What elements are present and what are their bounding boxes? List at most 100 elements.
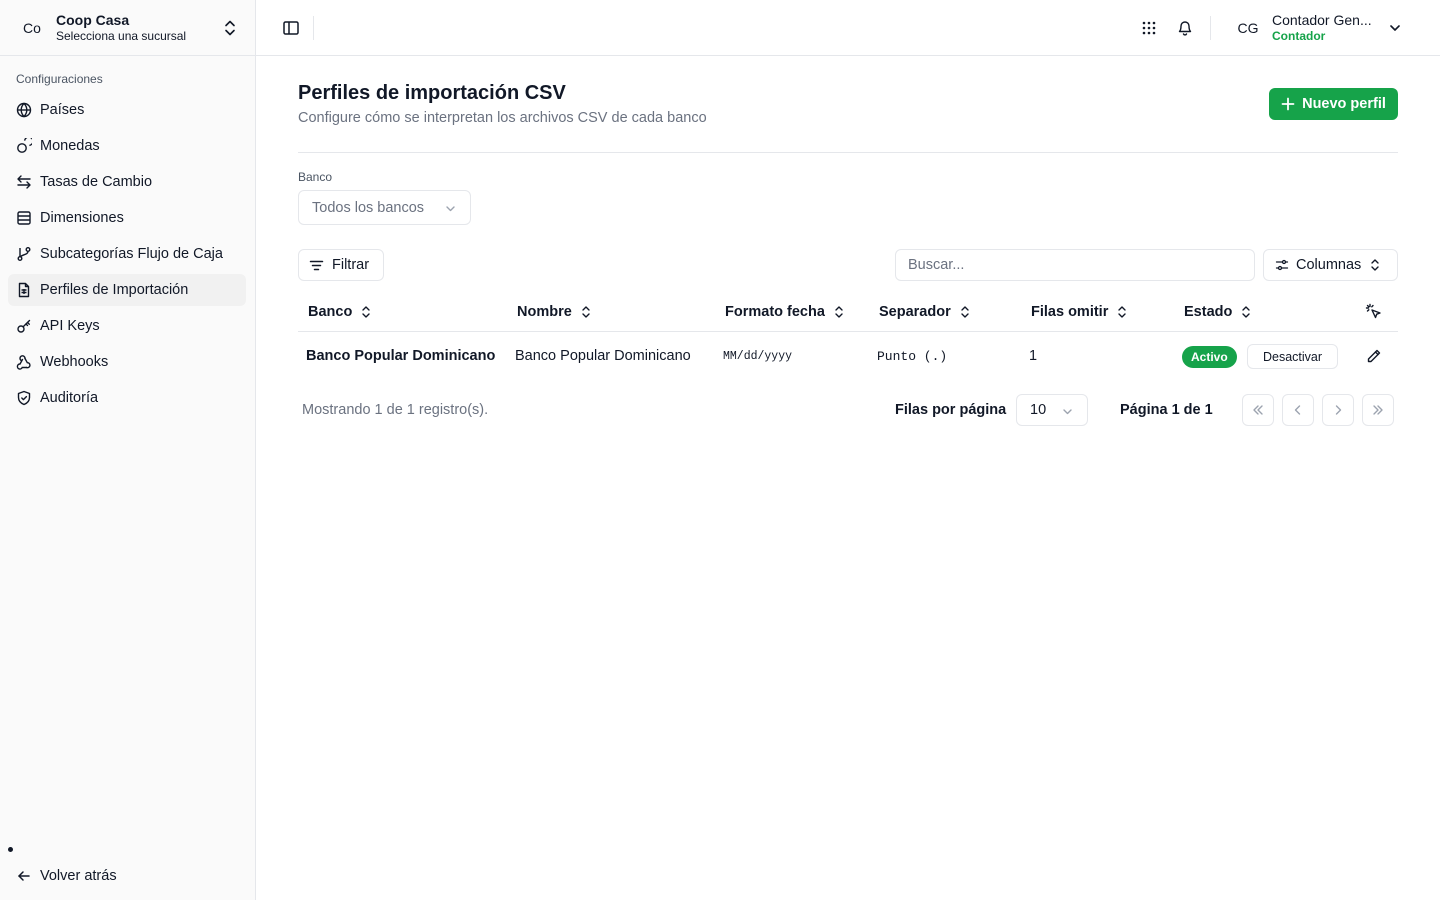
apps-grid-icon[interactable] <box>1141 20 1157 36</box>
filter-button[interactable]: Filtrar <box>298 249 384 281</box>
sort-icon <box>835 306 843 318</box>
sidebar-item-label: Dimensiones <box>40 210 124 226</box>
user-menu[interactable]: CG Contador Gen... Contador <box>1232 10 1402 46</box>
column-header-label: Nombre <box>517 304 572 320</box>
column-header-estado[interactable]: Estado <box>1184 292 1252 332</box>
chevron-down-icon <box>1390 25 1400 31</box>
shield-icon <box>16 390 32 406</box>
rows-per-page-label: Filas por página <box>895 402 1007 418</box>
new-profile-button[interactable]: Nuevo perfil <box>1269 88 1398 120</box>
cell-formato-fecha: MM/dd/yyyy <box>723 349 793 363</box>
cell-separador: Punto (.) <box>877 348 948 364</box>
sort-icon <box>1242 306 1251 318</box>
last-page-button[interactable] <box>1362 394 1394 426</box>
profiles-table: Banco Nombre Formato fecha Separador Fil… <box>298 292 1398 380</box>
rows-per-page-select[interactable]: 10 <box>1016 394 1088 426</box>
sidebar-item-label: Subcategorías Flujo de Caja <box>40 246 223 262</box>
avatar: CG <box>1237 20 1259 36</box>
chevrons-right-icon <box>1373 405 1383 415</box>
topbar-divider <box>1210 16 1211 40</box>
bank-filter-value: Todos los bancos <box>312 199 425 216</box>
column-header-label: Formato fecha <box>725 304 825 320</box>
column-header-banco[interactable]: Banco <box>308 292 372 332</box>
sidebar-item-auditoria[interactable]: Auditoría <box>8 382 246 414</box>
arrow-left-icon <box>18 871 30 881</box>
sidebar-item-label: Monedas <box>40 138 100 154</box>
column-header-nombre[interactable]: Nombre <box>517 292 592 332</box>
table-icon <box>16 210 32 226</box>
exchange-icon <box>16 174 32 190</box>
chevrons-up-down-icon[interactable] <box>223 19 237 37</box>
bank-filter-label: Banco <box>298 170 333 184</box>
bank-filter-select[interactable]: Todos los bancos <box>298 190 471 225</box>
chevron-down-icon <box>1063 409 1072 415</box>
org-subtitle: Selecciona una sucursal <box>56 28 187 43</box>
sidebar-item-subcategorias[interactable]: Subcategorías Flujo de Caja <box>8 238 246 270</box>
pencil-icon[interactable] <box>1366 348 1382 364</box>
sidebar-item-webhooks[interactable]: Webhooks <box>8 346 246 378</box>
chevron-right-icon <box>1335 405 1342 415</box>
user-role: Contador <box>1272 29 1326 43</box>
sidebar-nav: Países Monedas Tasas de Cambio Dimension… <box>8 94 246 418</box>
column-header-formato-fecha[interactable]: Formato fecha <box>725 292 845 332</box>
column-header-label: Banco <box>308 304 353 320</box>
records-summary: Mostrando 1 de 1 registro(s). <box>302 402 489 418</box>
key-icon <box>16 318 32 334</box>
back-label: Volver atrás <box>40 868 117 884</box>
chevron-left-icon <box>1294 405 1301 415</box>
sidebar-item-label: API Keys <box>40 318 100 334</box>
topbar: CG Contador Gen... Contador <box>256 0 1440 56</box>
sidebar-item-label: Perfiles de Importación <box>40 282 189 298</box>
column-header-filas-omitir[interactable]: Filas omitir <box>1031 292 1128 332</box>
page-title: Perfiles de importación CSV <box>298 82 566 104</box>
page-info: Página 1 de 1 <box>1120 402 1213 418</box>
file-spreadsheet-icon <box>16 282 32 298</box>
sidebar-item-paises[interactable]: Países <box>8 94 246 126</box>
sort-icon <box>362 306 371 318</box>
sidebar-item-tasas-de-cambio[interactable]: Tasas de Cambio <box>8 166 246 198</box>
next-page-button[interactable] <box>1322 394 1354 426</box>
sliders-icon <box>1275 259 1289 271</box>
search-input[interactable] <box>895 249 1255 281</box>
sidebar-item-dimensiones[interactable]: Dimensiones <box>8 202 246 234</box>
header-divider <box>298 152 1398 153</box>
sidebar-item-label: Países <box>40 102 85 118</box>
chevron-down-icon <box>446 206 455 212</box>
filter-button-label: Filtrar <box>332 257 370 273</box>
org-avatar: Co <box>23 19 41 36</box>
new-profile-label: Nuevo perfil <box>1302 96 1386 112</box>
back-link[interactable]: Volver atrás <box>16 864 117 888</box>
sidebar-item-monedas[interactable]: Monedas <box>8 130 246 162</box>
sort-icon <box>1118 306 1127 318</box>
sidebar-toggle-icon[interactable] <box>282 19 300 37</box>
webhook-icon <box>16 354 32 370</box>
sidebar-item-label: Auditoría <box>40 390 99 406</box>
user-name: Contador Gen... <box>1272 12 1372 28</box>
git-branch-icon <box>16 246 32 262</box>
first-page-button[interactable] <box>1242 394 1274 426</box>
sparkle-click-icon[interactable] <box>1365 303 1382 320</box>
plus-icon <box>1281 97 1295 111</box>
table-row[interactable]: Banco Popular Dominicano Banco Popular D… <box>298 332 1398 380</box>
org-switcher[interactable]: Co Coop Casa Selecciona una sucursal <box>0 0 255 56</box>
column-header-label: Filas omitir <box>1031 304 1109 320</box>
status-dot <box>8 847 13 852</box>
bell-icon[interactable] <box>1177 19 1193 36</box>
column-header-separador[interactable]: Separador <box>879 292 971 332</box>
sidebar-item-label: Webhooks <box>40 354 109 370</box>
cell-filas-omitir: 1 <box>1029 348 1038 364</box>
topbar-divider <box>313 16 314 40</box>
sidebar: Co Coop Casa Selecciona una sucursal Con… <box>0 0 256 900</box>
rows-per-page-value: 10 <box>1030 402 1047 418</box>
chevrons-left-icon <box>1253 405 1263 415</box>
columns-button[interactable]: Columnas <box>1263 249 1398 281</box>
sidebar-item-api-keys[interactable]: API Keys <box>8 310 246 342</box>
deactivate-button[interactable]: Desactivar <box>1247 344 1338 369</box>
sidebar-item-label: Tasas de Cambio <box>40 174 153 190</box>
cell-nombre: Banco Popular Dominicano <box>515 348 691 364</box>
previous-page-button[interactable] <box>1282 394 1314 426</box>
cell-banco: Banco Popular Dominicano <box>306 348 496 364</box>
status-badge: Activo <box>1182 346 1237 368</box>
sidebar-item-perfiles-de-importacion[interactable]: Perfiles de Importación <box>8 274 246 306</box>
sort-icon <box>582 306 590 318</box>
